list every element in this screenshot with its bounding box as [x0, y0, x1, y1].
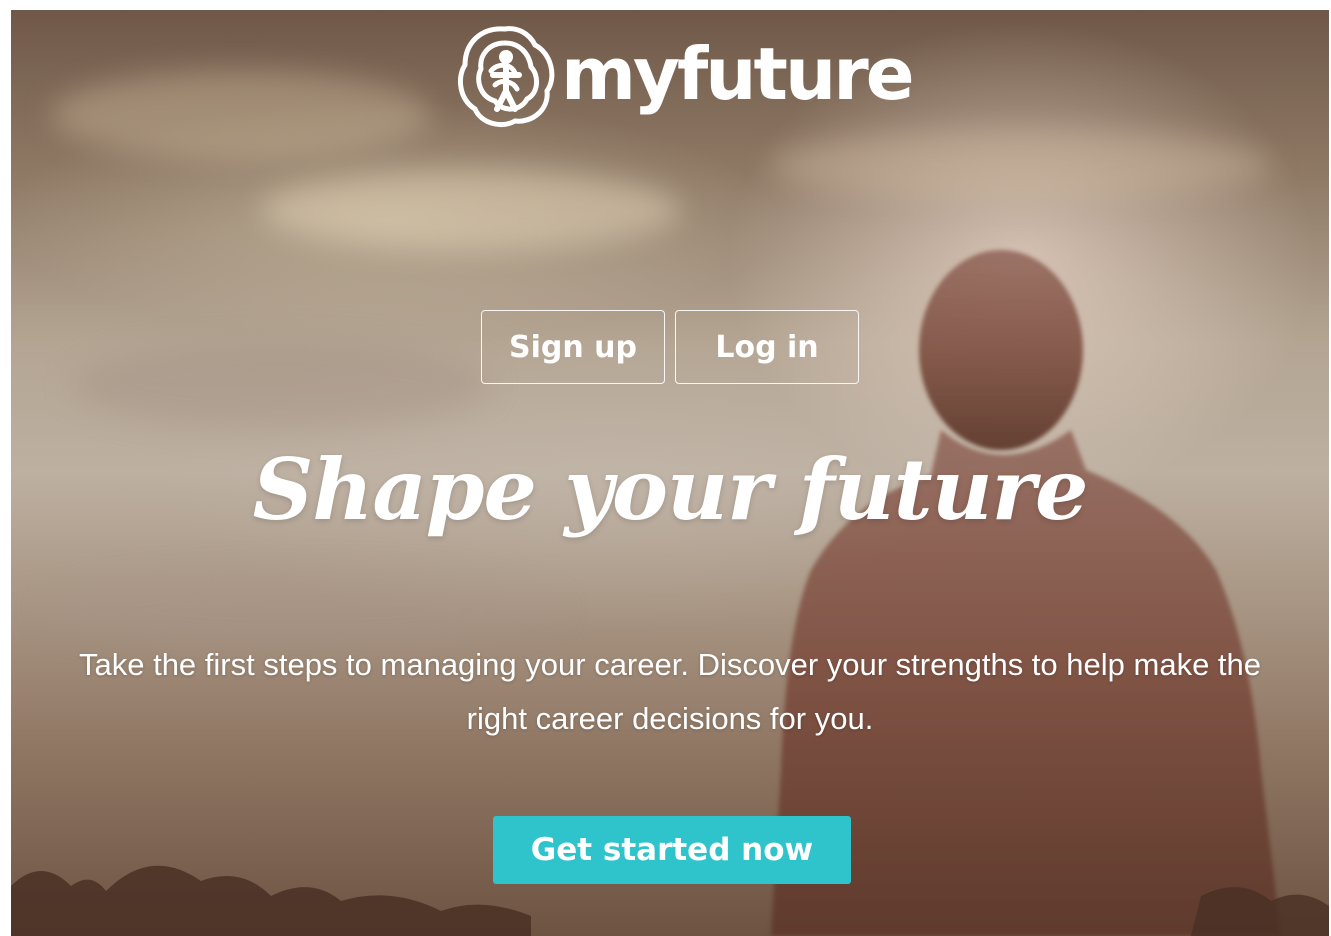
hero-headline: Shape your future [252, 440, 1089, 539]
brand-logo[interactable]: myfuture [451, 16, 915, 138]
logo-mark-icon [457, 26, 555, 127]
log-in-button[interactable]: Log in [675, 310, 859, 384]
brand-name: myfuture [561, 32, 915, 116]
hero-tagline: Take the first steps to managing your ca… [78, 647, 1262, 736]
hero-section: myfuture Sign up Log in Shape your futur… [11, 10, 1329, 936]
get-started-button[interactable]: Get started now [493, 816, 851, 884]
sign-up-button[interactable]: Sign up [481, 310, 665, 384]
